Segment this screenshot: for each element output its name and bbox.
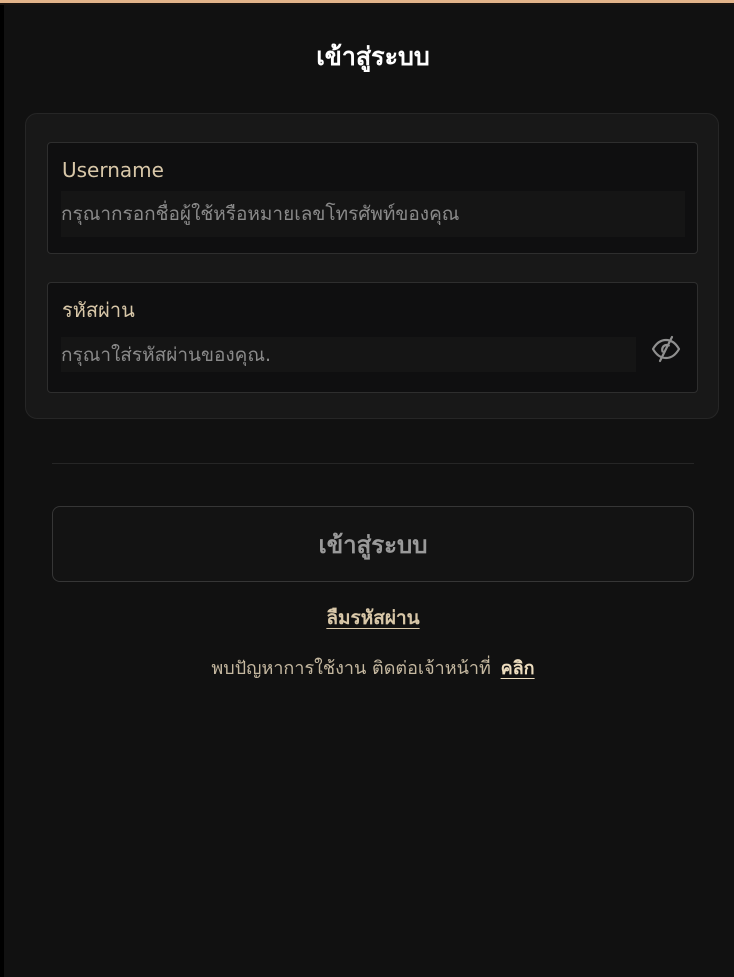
help-text: พบปัญหาการใช้งาน ติดต่อเจ้าหน้าที่ xyxy=(211,658,491,679)
username-label: Username xyxy=(62,158,164,182)
eye-off-icon[interactable] xyxy=(650,333,682,365)
top-accent-shadow xyxy=(0,3,734,5)
password-field-box: รหัสผ่าน xyxy=(47,282,698,393)
username-field-box: Username xyxy=(47,142,698,254)
help-row: พบปัญหาการใช้งาน ติดต่อเจ้าหน้าที่ คลิก xyxy=(0,656,734,682)
username-input[interactable] xyxy=(61,191,685,237)
divider xyxy=(52,463,694,464)
login-button[interactable]: เข้าสู่ระบบ xyxy=(52,506,694,582)
forgot-password-row: ลืมรหัสผ่าน xyxy=(0,605,734,631)
page-title: เข้าสู่ระบบ xyxy=(316,42,430,71)
left-edge-bar xyxy=(0,0,4,977)
forgot-password-link[interactable]: ลืมรหัสผ่าน xyxy=(326,607,419,629)
password-input[interactable] xyxy=(61,337,636,372)
help-click-link[interactable]: คลิก xyxy=(501,658,535,679)
password-label: รหัสผ่าน xyxy=(62,298,135,322)
login-page: เข้าสู่ระบบ Username รหัสผ่าน เข้าสู่ระบ… xyxy=(0,0,734,977)
